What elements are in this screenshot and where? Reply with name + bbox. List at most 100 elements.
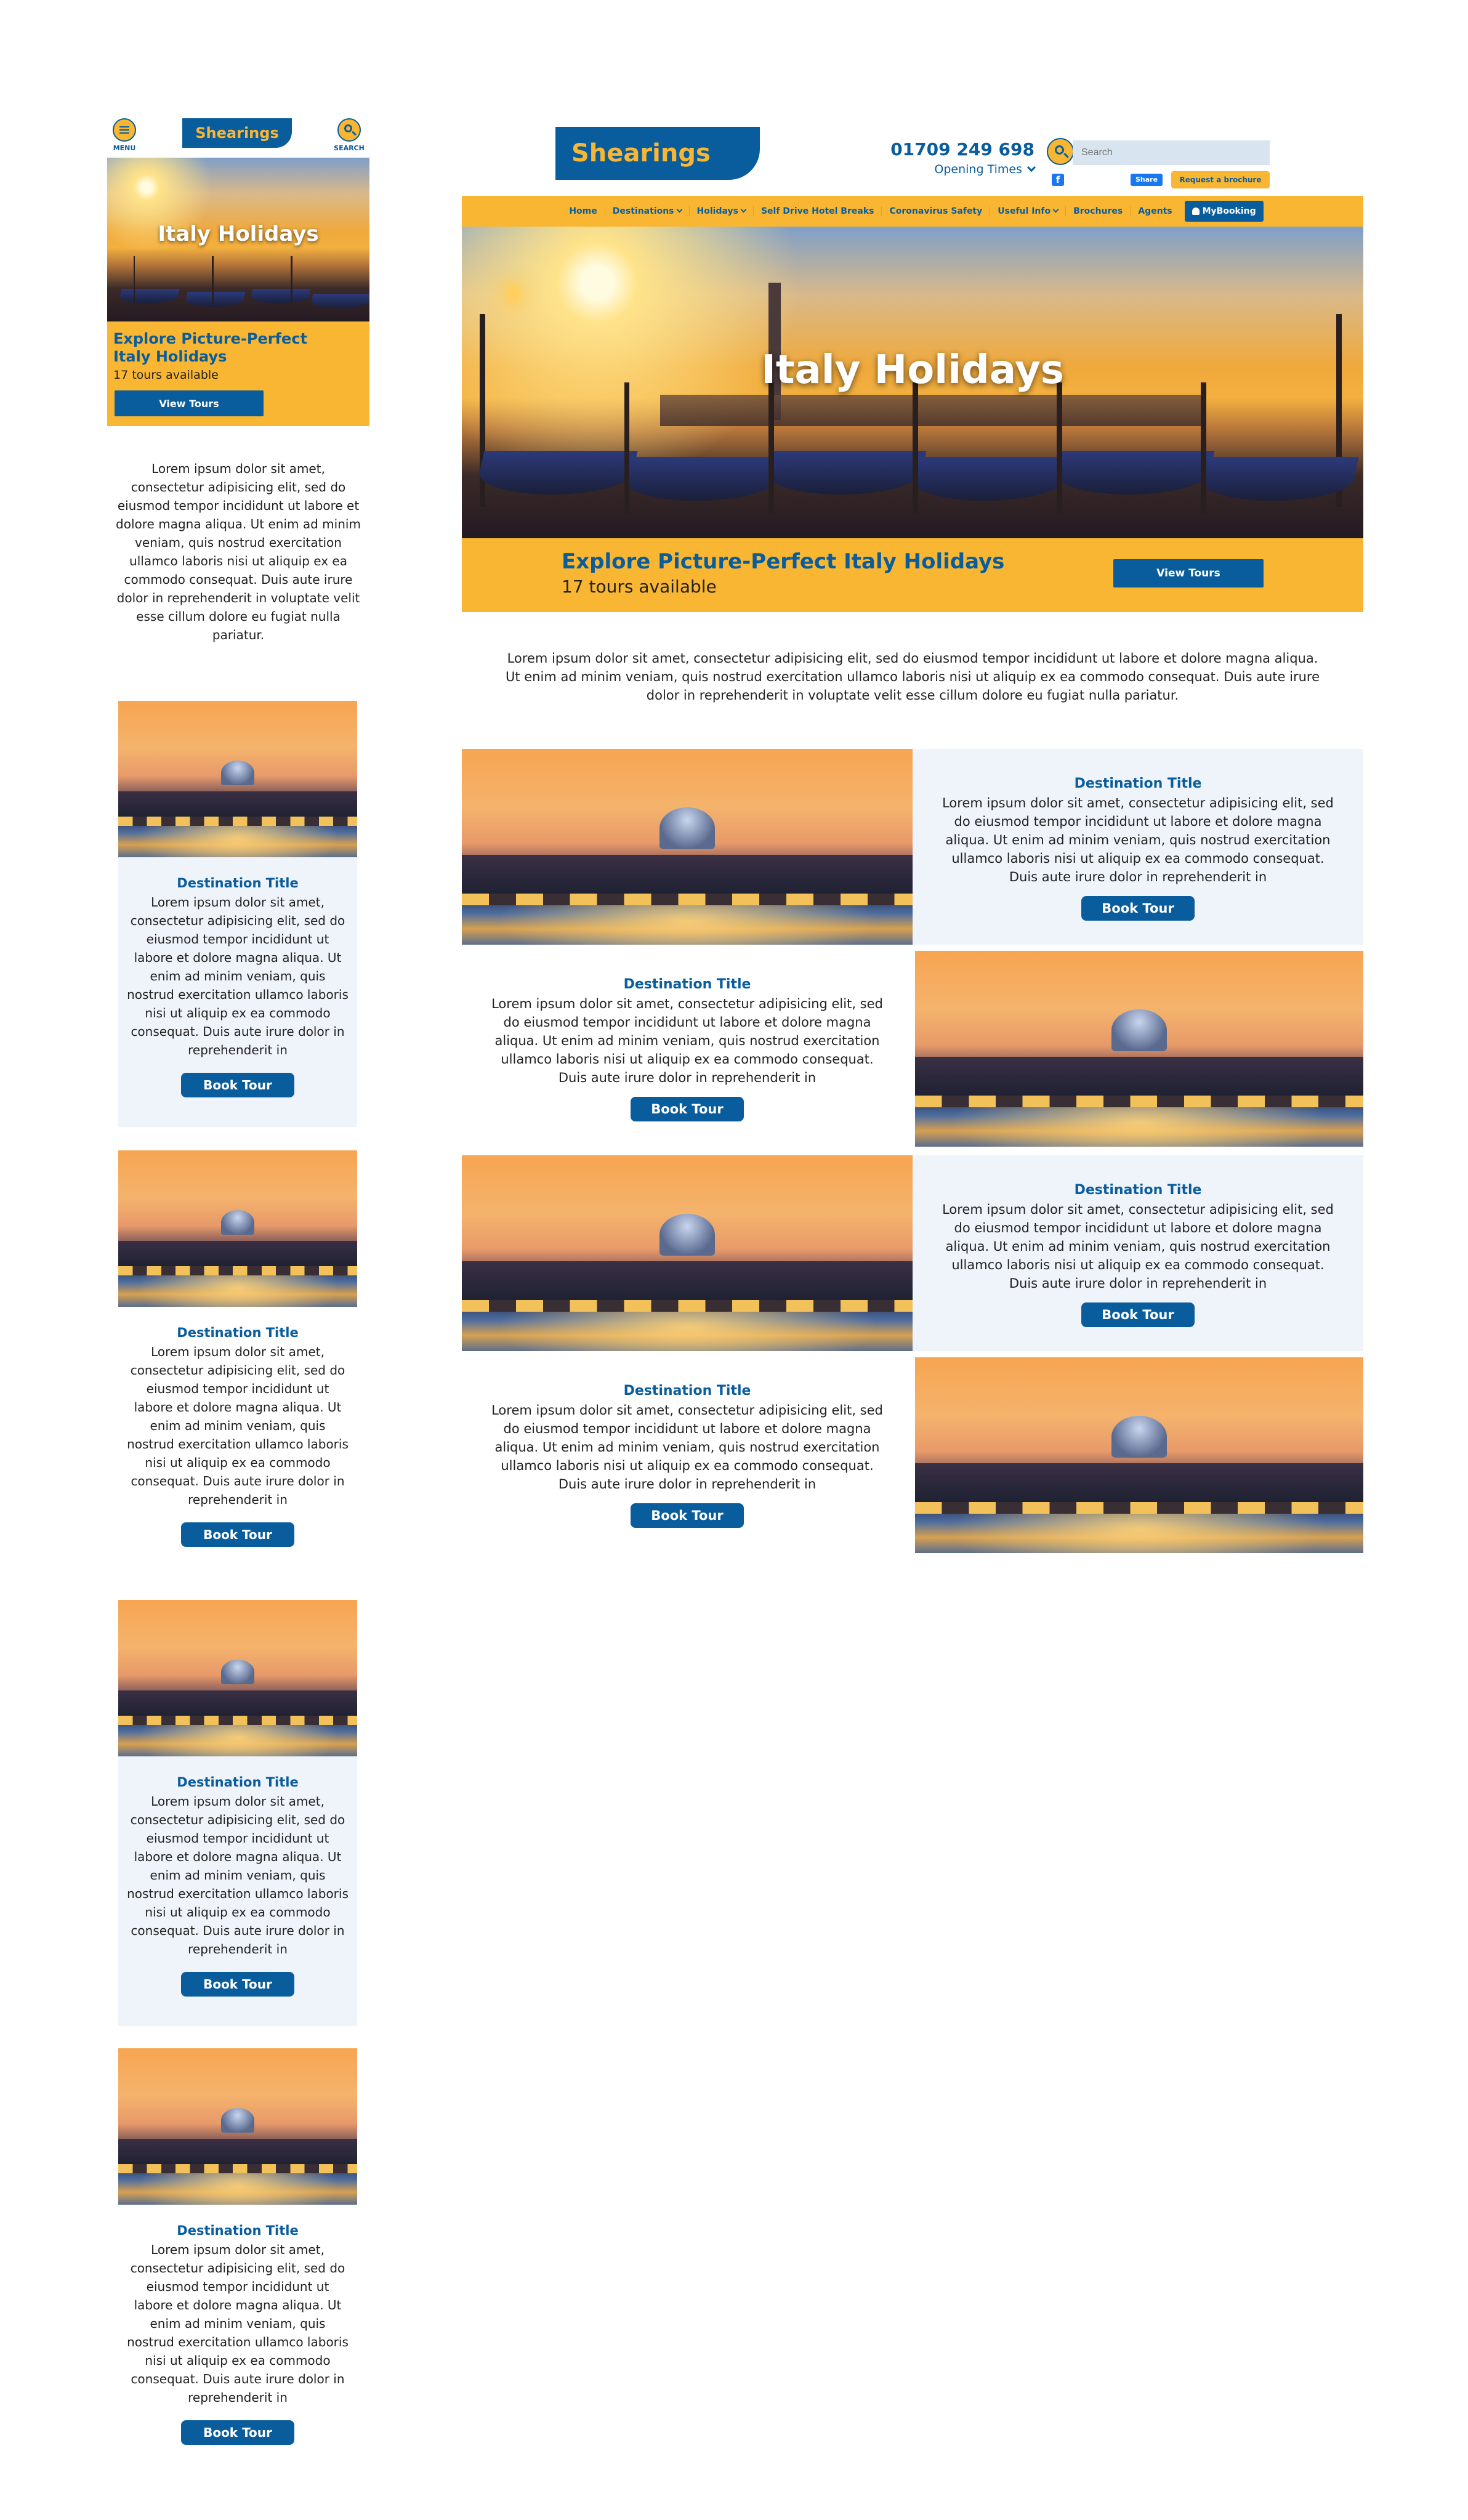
desktop-intro-text: Lorem ipsum dolor sit amet, consectetur … bbox=[505, 651, 1320, 703]
card-image bbox=[118, 1150, 357, 1307]
chevron-down-icon bbox=[1026, 163, 1036, 172]
mobile-card-1: Destination Title Lorem ipsum dolor sit … bbox=[118, 701, 357, 1127]
row-1-card: Destination Title Lorem ipsum dolor sit … bbox=[913, 749, 1363, 945]
mobile-hero-image: Italy Holidays bbox=[107, 158, 369, 321]
row-1-image bbox=[462, 749, 913, 945]
card-title: Destination Title bbox=[177, 1325, 299, 1340]
mobile-view: MENU Shearings SEARCH Italy Holidays Exp… bbox=[0, 0, 431, 2520]
nav-label: Self Drive Hotel Breaks bbox=[760, 206, 874, 216]
nav-item-brochures[interactable]: Brochures bbox=[1066, 206, 1131, 216]
search-label: SEARCH bbox=[334, 144, 365, 152]
card-text: Lorem ipsum dolor sit amet, consectetur … bbox=[491, 996, 883, 1085]
card-title: Destination Title bbox=[177, 876, 299, 890]
desktop-logo[interactable]: Shearings bbox=[555, 127, 760, 180]
row-4-card: Destination Title Lorem ipsum dolor sit … bbox=[462, 1357, 913, 1553]
card-title: Destination Title bbox=[623, 1383, 751, 1399]
nav-item-coronavirus[interactable]: Coronavirus Safety bbox=[882, 206, 991, 216]
chevron-down-icon bbox=[740, 206, 747, 213]
mybooking-button[interactable]: MyBooking bbox=[1184, 201, 1264, 222]
card-text: Lorem ipsum dolor sit amet, consectetur … bbox=[127, 895, 349, 1057]
card-image bbox=[118, 1600, 357, 1756]
search-icon bbox=[1055, 145, 1064, 155]
nav-item-destinations[interactable]: Destinations bbox=[605, 206, 690, 216]
phone-number[interactable]: 01709 249 698 bbox=[887, 139, 1034, 160]
opening-times-label: Opening Times bbox=[934, 163, 1022, 176]
nav-label: Agents bbox=[1138, 206, 1172, 216]
nav-label: Useful Info bbox=[998, 206, 1051, 216]
mobile-card-3: Destination Title Lorem ipsum dolor sit … bbox=[118, 1600, 357, 2026]
book-tour-button[interactable]: Book Tour bbox=[631, 1097, 744, 1121]
mobile-intro-text: Lorem ipsum dolor sit amet, consectetur … bbox=[116, 461, 361, 642]
book-tour-button[interactable]: Book Tour bbox=[1081, 1302, 1195, 1327]
nav-item-home[interactable]: Home bbox=[562, 206, 605, 216]
mybooking-label: MyBooking bbox=[1202, 206, 1256, 216]
hamburger-icon bbox=[113, 118, 136, 142]
mobile-banner-count: 17 tours available bbox=[113, 368, 219, 382]
book-tour-button[interactable]: Book Tour bbox=[181, 1972, 294, 1997]
facebook-icon[interactable]: f bbox=[1052, 174, 1064, 186]
mobile-hero-banner: Explore Picture-Perfect Italy Holidays 1… bbox=[107, 321, 369, 426]
desktop-hero-banner: Explore Picture-Perfect Italy Holidays 1… bbox=[462, 538, 1363, 612]
lamp-icon bbox=[507, 286, 520, 302]
request-brochure-button[interactable]: Request a brochure bbox=[1171, 171, 1270, 188]
menu-label: MENU bbox=[113, 144, 136, 152]
mobile-card-4: Destination Title Lorem ipsum dolor sit … bbox=[118, 2048, 357, 2474]
card-text: Lorem ipsum dolor sit amet, consectetur … bbox=[491, 1403, 883, 1492]
mobile-hero-title: Italy Holidays bbox=[158, 222, 319, 246]
book-tour-button[interactable]: Book Tour bbox=[631, 1503, 744, 1528]
nav-label: Brochures bbox=[1073, 206, 1123, 216]
card-image bbox=[118, 2048, 357, 2205]
card-title: Destination Title bbox=[1074, 776, 1202, 791]
user-icon bbox=[1192, 208, 1200, 215]
nav-item-self-drive[interactable]: Self Drive Hotel Breaks bbox=[754, 206, 882, 216]
row-4-image bbox=[915, 1357, 1363, 1553]
desktop-search-button[interactable] bbox=[1047, 138, 1074, 165]
nav-label: Coronavirus Safety bbox=[889, 206, 983, 216]
search-icon bbox=[337, 118, 361, 142]
share-button[interactable]: Share bbox=[1131, 174, 1163, 186]
mobile-menu-button[interactable]: MENU bbox=[111, 118, 138, 155]
card-title: Destination Title bbox=[177, 1775, 299, 1790]
chevron-down-icon bbox=[1052, 206, 1059, 213]
mobile-banner-title: Explore Picture-Perfect Italy Holidays bbox=[113, 330, 308, 365]
desktop-logo-text: Shearings bbox=[571, 139, 711, 168]
card-title: Destination Title bbox=[1074, 1182, 1202, 1198]
opening-times-toggle[interactable]: Opening Times bbox=[887, 163, 1036, 176]
desktop-view: Shearings 01709 249 698 Opening Times f … bbox=[462, 0, 1367, 1601]
nav-item-agents[interactable]: Agents bbox=[1131, 206, 1179, 216]
book-tour-button[interactable]: Book Tour bbox=[181, 2420, 294, 2445]
card-text: Lorem ipsum dolor sit amet, consectetur … bbox=[127, 1344, 349, 1507]
mobile-logo[interactable]: Shearings bbox=[182, 118, 292, 148]
nav-label: Holidays bbox=[696, 206, 738, 216]
row-2-card: Destination Title Lorem ipsum dolor sit … bbox=[462, 951, 913, 1147]
desktop-hero-image: Italy Holidays bbox=[462, 227, 1363, 538]
card-text: Lorem ipsum dolor sit amet, consectetur … bbox=[942, 796, 1334, 884]
card-text: Lorem ipsum dolor sit amet, consectetur … bbox=[942, 1202, 1334, 1291]
desktop-hero-title: Italy Holidays bbox=[761, 347, 1064, 393]
nav-label: Destinations bbox=[612, 206, 674, 216]
book-tour-button[interactable]: Book Tour bbox=[1081, 896, 1195, 921]
desktop-banner-title: Explore Picture-Perfect Italy Holidays bbox=[562, 549, 1005, 574]
mobile-search-button[interactable]: SEARCH bbox=[334, 118, 365, 155]
card-title: Destination Title bbox=[177, 2223, 299, 2238]
mobile-logo-text: Shearings bbox=[195, 124, 279, 142]
desktop-banner-count: 17 tours available bbox=[562, 576, 717, 597]
card-text: Lorem ipsum dolor sit amet, consectetur … bbox=[127, 1794, 349, 1957]
search-input[interactable] bbox=[1073, 140, 1270, 165]
card-text: Lorem ipsum dolor sit amet, consectetur … bbox=[127, 2242, 349, 2405]
book-tour-button[interactable]: Book Tour bbox=[181, 1522, 294, 1547]
card-title: Destination Title bbox=[623, 977, 751, 992]
row-3-image bbox=[462, 1155, 913, 1351]
nav-item-useful-info[interactable]: Useful Info bbox=[990, 206, 1067, 216]
book-tour-button[interactable]: Book Tour bbox=[181, 1073, 294, 1097]
mobile-card-2: Destination Title Lorem ipsum dolor sit … bbox=[118, 1150, 357, 1577]
mobile-view-tours-button[interactable]: View Tours bbox=[115, 390, 264, 416]
card-image bbox=[118, 701, 357, 857]
nav-item-holidays[interactable]: Holidays bbox=[690, 206, 754, 216]
desktop-view-tours-button[interactable]: View Tours bbox=[1113, 559, 1264, 588]
main-nav: Home Destinations Holidays Self Drive Ho… bbox=[462, 196, 1363, 227]
row-3-card: Destination Title Lorem ipsum dolor sit … bbox=[913, 1155, 1363, 1351]
chevron-down-icon bbox=[676, 206, 682, 213]
nav-label: Home bbox=[569, 206, 597, 216]
row-2-image bbox=[915, 951, 1363, 1147]
